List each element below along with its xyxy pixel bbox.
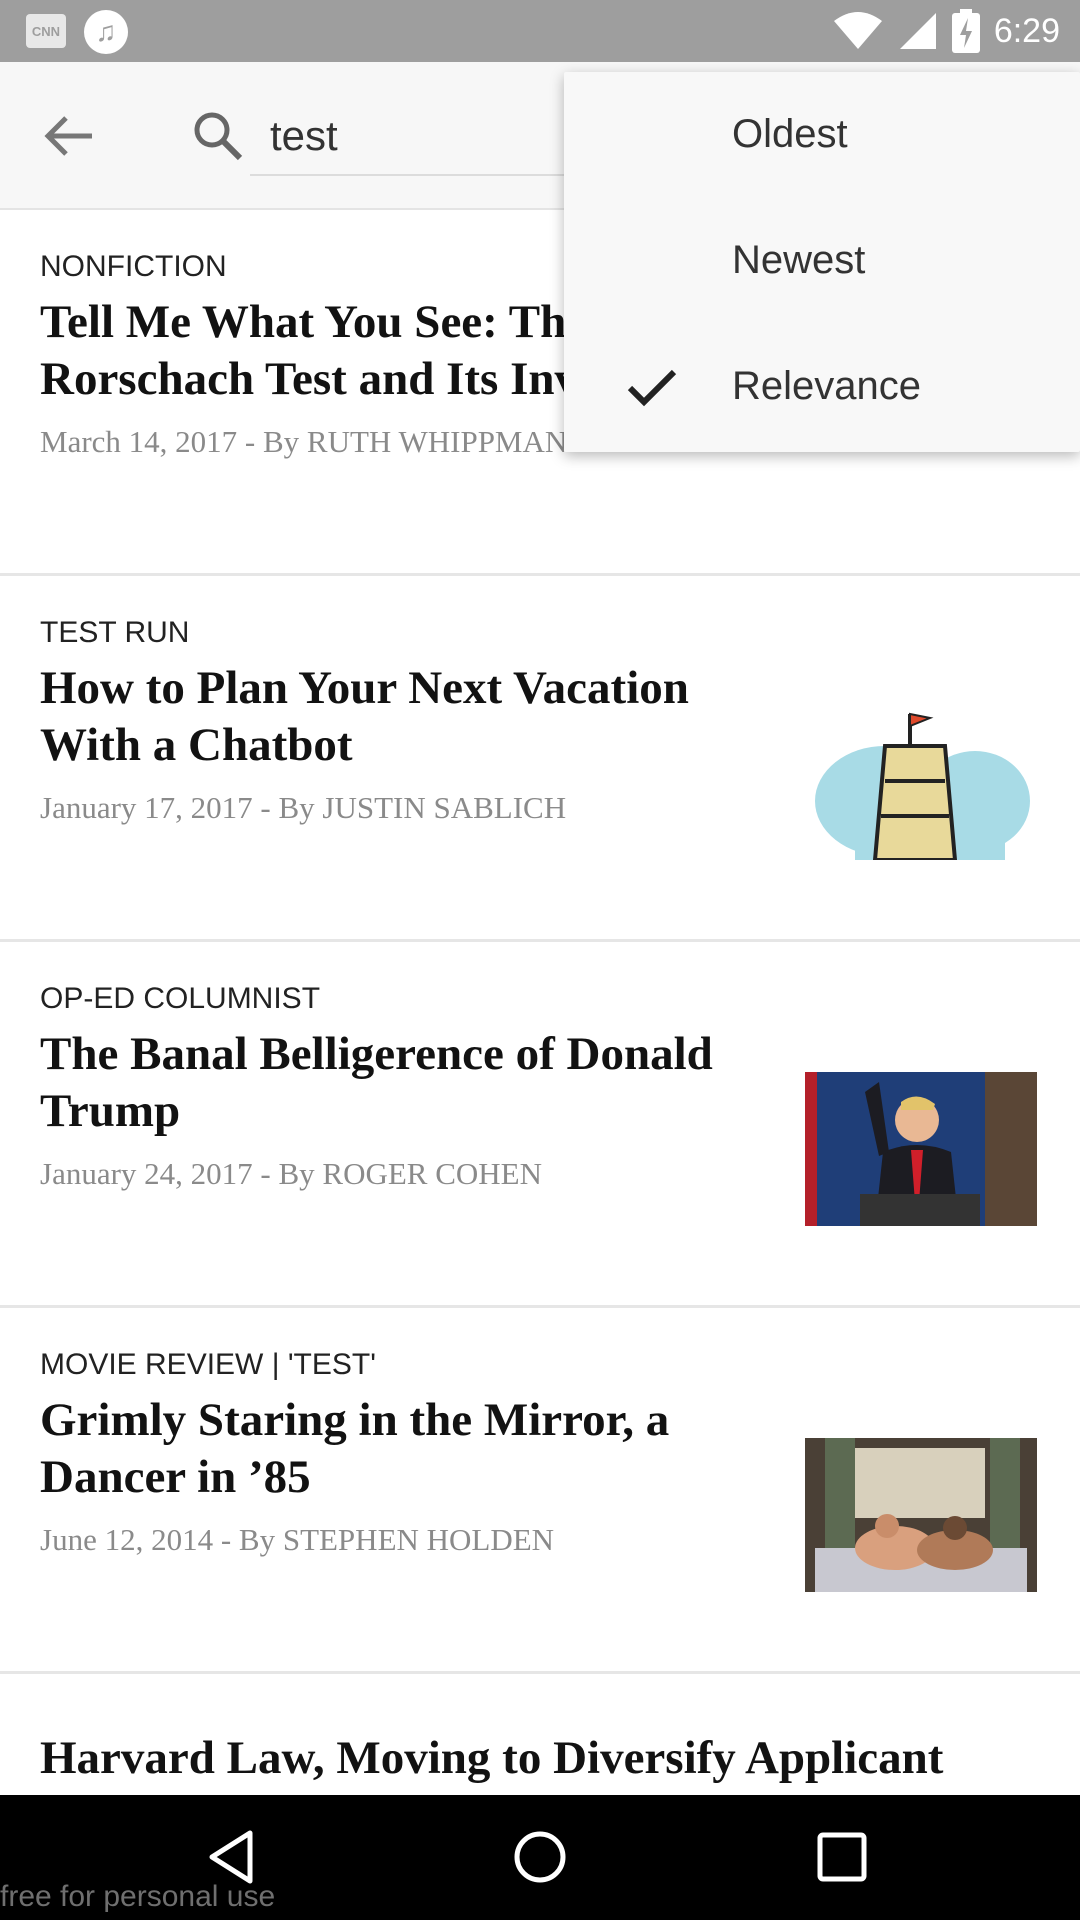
article-byline: January 24, 2017 - By ROGER COHEN bbox=[40, 1156, 542, 1191]
sort-option-label: Newest bbox=[732, 238, 866, 282]
search-results-list: NONFICTION Tell Me What You See: The Ror… bbox=[0, 210, 1080, 1841]
watermark-text: free for personal use bbox=[0, 1880, 276, 1913]
sort-option-relevance[interactable]: Relevance bbox=[564, 324, 1080, 450]
article-thumbnail bbox=[805, 1438, 1037, 1592]
article-byline: June 12, 2014 - By STEPHEN HOLDEN bbox=[40, 1522, 555, 1557]
article-kicker: NONFICTION bbox=[40, 250, 227, 283]
nav-recents-icon[interactable] bbox=[810, 1825, 874, 1889]
sort-option-label: Relevance bbox=[732, 364, 922, 408]
cellular-signal-icon bbox=[899, 13, 936, 49]
battery-charging-icon bbox=[951, 9, 980, 53]
article-item[interactable]: OP-ED COLUMNIST The Banal Belligerence o… bbox=[0, 942, 1080, 1308]
article-byline: March 14, 2017 - By RUTH WHIPPMAN bbox=[40, 424, 568, 459]
status-clock: 6:29 bbox=[993, 11, 1060, 50]
nav-home-icon[interactable] bbox=[508, 1825, 572, 1889]
search-icon bbox=[194, 112, 243, 161]
sort-option-oldest[interactable]: Oldest bbox=[564, 72, 1080, 198]
article-kicker: TEST RUN bbox=[40, 616, 190, 649]
article-item[interactable]: MOVIE REVIEW | 'TEST' Grimly Staring in … bbox=[0, 1308, 1080, 1674]
sort-dropdown-menu: Oldest Newest Relevance bbox=[564, 72, 1080, 452]
article-item[interactable]: TEST RUN How to Plan Your Next Vacation … bbox=[0, 576, 1080, 942]
article-kicker: MOVIE REVIEW | 'TEST' bbox=[40, 1348, 376, 1381]
cnn-notification-icon: CNN bbox=[26, 14, 66, 48]
article-byline: January 17, 2017 - By JUSTIN SABLICH bbox=[40, 790, 567, 825]
article-kicker: OP-ED COLUMNIST bbox=[40, 982, 321, 1015]
sort-option-newest[interactable]: Newest bbox=[564, 198, 1080, 324]
back-arrow-icon[interactable] bbox=[40, 106, 100, 166]
status-bar: CNN ♫ 6:29 bbox=[0, 0, 1080, 62]
article-headline: Grimly Staring in the Mirror, a Dancer i… bbox=[40, 1394, 670, 1503]
wifi-icon bbox=[833, 12, 882, 49]
article-thumbnail bbox=[805, 1072, 1037, 1226]
article-headline: The Banal Belligerence of Donald Trump bbox=[40, 1028, 713, 1137]
article-headline: How to Plan Your Next Vacation With a Ch… bbox=[40, 662, 689, 771]
checkmark-icon bbox=[627, 369, 677, 407]
music-notification-icon: ♫ bbox=[84, 10, 128, 54]
sort-option-label: Oldest bbox=[732, 112, 848, 156]
article-thumbnail bbox=[805, 706, 1037, 860]
